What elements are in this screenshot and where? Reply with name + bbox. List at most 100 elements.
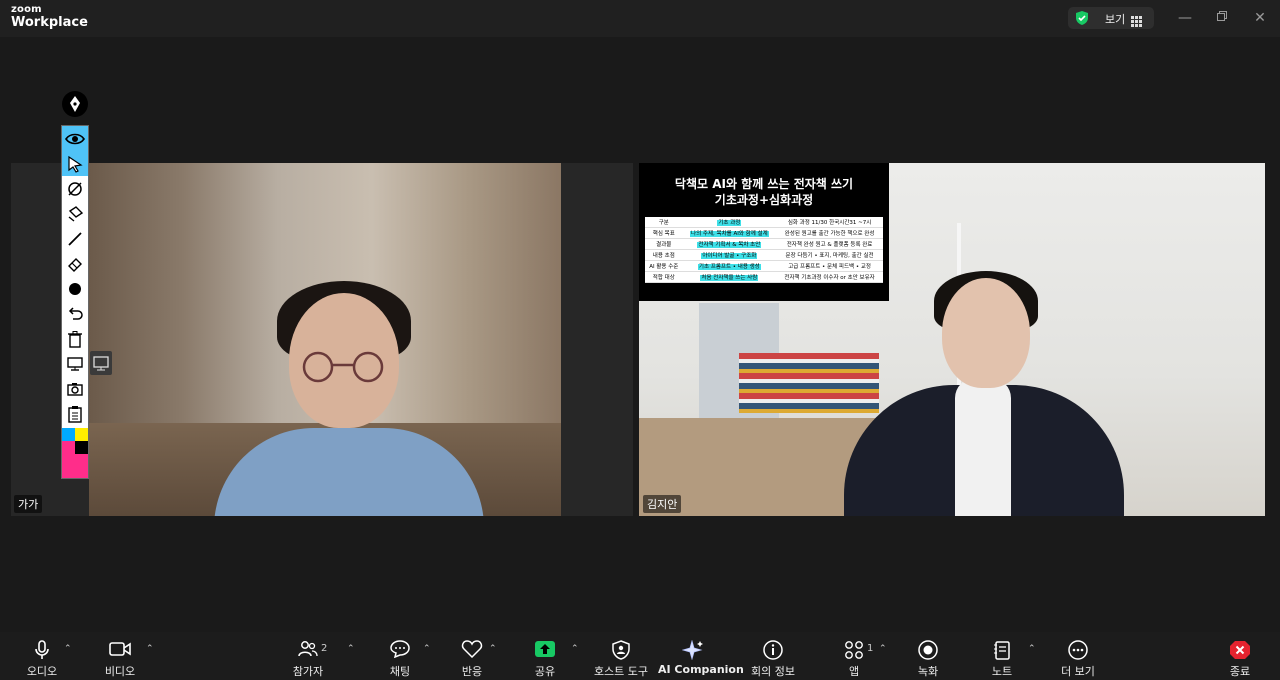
participants-count: 2 <box>321 643 328 654</box>
video-camera-icon <box>109 640 131 662</box>
undo-icon[interactable] <box>62 301 88 326</box>
close-icon[interactable]: ✕ <box>1251 9 1269 27</box>
course-table-row: 핵심 목표 나의 주제, 목차를 AI와 함께 설계 완성된 원고를 출간 가능한 … <box>645 227 883 239</box>
notes-options-chevron-icon[interactable]: ⌃ <box>1028 644 1036 654</box>
course-table-cell: 전자책 기획서 & 목차 초안 <box>682 238 777 250</box>
record-button[interactable]: 녹화 <box>903 632 953 680</box>
chat-bubble-icon <box>390 640 410 662</box>
reactions-button[interactable]: 반응 <box>447 632 497 680</box>
notes-icon <box>993 640 1011 664</box>
share-options-chevron-icon[interactable]: ⌃ <box>571 644 579 654</box>
more-label: 더 보기 <box>1061 665 1095 678</box>
delete-icon[interactable] <box>62 326 88 351</box>
monitor-icon[interactable] <box>62 351 88 376</box>
course-table-cell: 고급 프롬프트 • 문체 피드백 • 교정 <box>776 260 883 272</box>
participant-video-feed <box>89 163 561 516</box>
view-label: 보기 <box>1105 13 1126 26</box>
spotlight-icon[interactable] <box>62 126 88 151</box>
meeting-info-button[interactable]: 회의 정보 <box>748 632 798 680</box>
chat-options-chevron-icon[interactable]: ⌃ <box>423 644 431 654</box>
draw-line-icon[interactable] <box>62 226 88 251</box>
course-table-cell: 내용 초점 <box>645 249 683 261</box>
annotation-toolbar <box>61 125 89 479</box>
video-button[interactable]: 비디오 <box>95 632 145 680</box>
color-swatch-cyan[interactable] <box>62 428 75 441</box>
record-label: 녹화 <box>917 665 939 678</box>
video-tile-participant-2[interactable]: 닥책모 AI와 함께 쓰는 전자책 쓰기 기초과정+심화과정 구분 기초 과정 심화… <box>639 163 1265 516</box>
select-arrow-icon[interactable] <box>62 151 88 176</box>
chat-button[interactable]: 채팅 <box>375 632 425 680</box>
course-table-cell: 기초 과정 <box>682 217 777 228</box>
end-label: 종료 <box>1229 665 1251 678</box>
heart-icon <box>461 640 483 662</box>
course-table-cell: 핵심 목표 <box>645 227 683 239</box>
reactions-options-chevron-icon[interactable]: ⌃ <box>489 644 497 654</box>
course-table-cell-text: 기초 프롬프트 • 내용 생성 <box>697 264 761 270</box>
zoom-logo: zoom Workplace <box>11 4 88 30</box>
apps-button[interactable]: 앱 <box>829 632 879 680</box>
audio-options-chevron-icon[interactable]: ⌃ <box>64 644 72 654</box>
stamp-icon[interactable] <box>62 201 88 226</box>
minimize-icon[interactable]: — <box>1176 9 1194 27</box>
course-table-cell: 구분 <box>645 217 683 228</box>
participant-name-label: 가가 <box>14 495 43 513</box>
view-button[interactable]: 보기 <box>1068 7 1154 29</box>
banner-title-line-1: 닥책모 AI와 함께 쓰는 전자책 쓰기 <box>674 177 854 191</box>
course-table-cell-text: 기초 과정 <box>717 220 742 226</box>
brand-small: zoom <box>11 4 42 15</box>
end-call-icon <box>1229 640 1251 664</box>
video-options-chevron-icon[interactable]: ⌃ <box>146 644 154 654</box>
shield-icon <box>1074 10 1090 30</box>
host-tools-label: 호스트 도구 <box>593 665 649 678</box>
ai-companion-button[interactable]: AI Companion <box>658 632 744 680</box>
course-table-row: 내용 초점 아이디어 발굴 • 구조화 문장 다듬기 • 표지, 마케팅, 출간 실… <box>645 249 883 261</box>
eraser-icon[interactable] <box>62 251 88 276</box>
course-table-cell: 전자책 기초과정 이수자 or 초안 보유자 <box>776 271 883 283</box>
course-table-cell: 심화 과정 11/30 한국시간31 ~7시 <box>776 217 883 228</box>
course-table-row: 결과물 전자책 기획서 & 목차 초안 전자책 완성 원고 & 플랫폼 등록 완료 <box>645 238 883 250</box>
sparkle-icon <box>681 639 704 664</box>
hide-icon[interactable] <box>62 176 88 201</box>
clipboard-icon[interactable] <box>62 401 88 426</box>
banner-title-line-2: 기초과정+심화과정 <box>714 193 814 207</box>
course-table-row: 구분 기초 과정 심화 과정 11/30 한국시간31 ~7시 <box>645 217 883 228</box>
virtual-background-banner: 닥책모 AI와 함께 쓰는 전자책 쓰기 기초과정+심화과정 구분 기초 과정 심화… <box>639 163 889 301</box>
notes-label: 노트 <box>991 665 1013 678</box>
course-table-cell: 아이디어 발굴 • 구조화 <box>682 249 777 261</box>
audio-label: 오디오 <box>26 665 58 678</box>
video-tile-participant-1[interactable]: 가가 <box>11 163 633 516</box>
format-dot-icon[interactable] <box>62 276 88 301</box>
participants-label: 참가자 <box>292 665 324 678</box>
host-tools-button[interactable]: 호스트 도구 <box>590 632 652 680</box>
apps-icon <box>844 640 864 664</box>
apps-options-chevron-icon[interactable]: ⌃ <box>879 644 887 654</box>
course-table-cell-text: 처음 전자책을 쓰는 사람 <box>700 275 759 281</box>
info-icon <box>763 640 783 664</box>
microphone-icon <box>33 640 51 664</box>
meeting-controls-toolbar: 오디오 ⌃ 비디오 ⌃ 참가자 2 ⌃ 채팅 ⌃ 반응 ⌃ 공유 ⌃ 호스트 도… <box>0 632 1280 680</box>
course-table-cell: 처음 전자책을 쓰는 사람 <box>682 271 777 283</box>
course-table-cell: 결과물 <box>645 238 683 250</box>
audio-button[interactable]: 오디오 <box>17 632 67 680</box>
participants-button[interactable]: 참가자 <box>283 632 333 680</box>
course-table-cell: 완성된 원고를 출간 가능한 책으로 완성 <box>776 227 883 239</box>
share-button[interactable]: 공유 <box>520 632 570 680</box>
color-swatch-yellow[interactable] <box>75 428 88 441</box>
pen-nib-icon[interactable] <box>62 91 88 117</box>
color-swatch-magenta[interactable] <box>62 441 75 478</box>
more-button[interactable]: 더 보기 <box>1053 632 1103 680</box>
annotation-monitor-toggle-icon[interactable] <box>90 351 112 375</box>
host-shield-icon <box>612 640 630 664</box>
restore-icon[interactable] <box>1213 9 1231 27</box>
camera-icon[interactable] <box>62 376 88 401</box>
apps-label: 앱 <box>848 665 860 678</box>
color-swatch-pink[interactable] <box>75 454 88 478</box>
participants-options-chevron-icon[interactable]: ⌃ <box>347 644 355 654</box>
grid-icon <box>1131 12 1142 31</box>
course-table-cell: AI 활용 수준 <box>645 260 683 272</box>
participants-icon <box>298 640 318 662</box>
end-meeting-button[interactable]: 종료 <box>1215 632 1265 680</box>
share-label: 공유 <box>534 665 556 678</box>
color-swatch-black[interactable] <box>75 441 88 454</box>
notes-button[interactable]: 노트 <box>977 632 1027 680</box>
